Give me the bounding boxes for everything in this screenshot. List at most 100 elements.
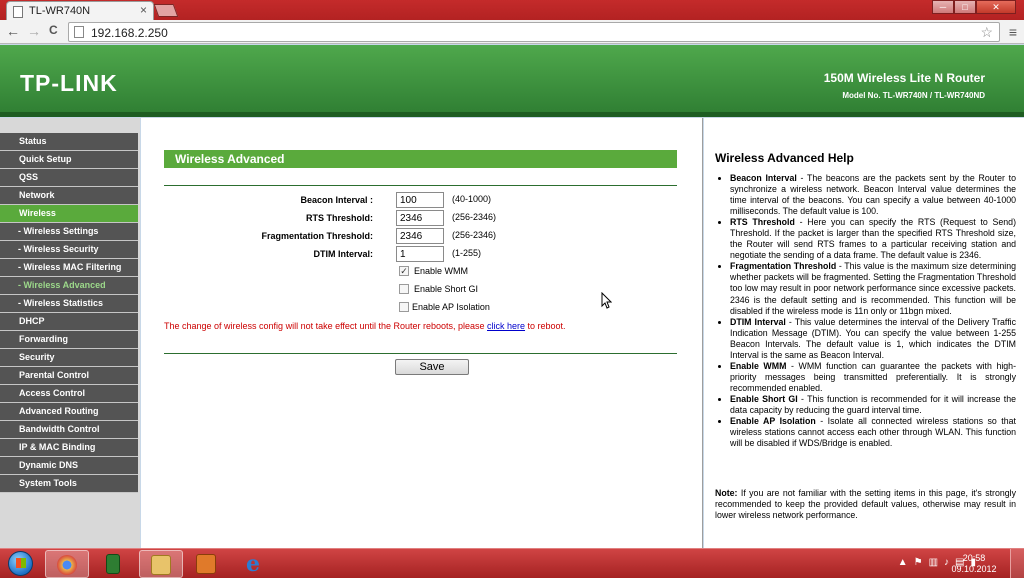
help-item-rts: RTS Threshold - Here you can specify the…: [730, 217, 1016, 261]
help-term: Enable AP Isolation: [730, 416, 816, 427]
sidebar-item-parental-control[interactable]: Parental Control: [0, 367, 138, 385]
help-item-beacon: Beacon Interval - The beacons are the pa…: [730, 173, 1016, 217]
clock-time: 20:58: [962, 553, 986, 563]
tab-title: TL-WR740N: [29, 5, 91, 17]
sidebar-item-security[interactable]: Security: [0, 349, 138, 367]
sidebar-item-wireless-mac-filtering[interactable]: - Wireless MAC Filtering: [0, 259, 138, 277]
page-icon: [74, 26, 84, 38]
enable-wmm-label: Enable WMM: [414, 266, 469, 276]
divider-bottom: [164, 353, 677, 354]
windows-logo-icon: [8, 551, 33, 576]
help-note-term: Note:: [715, 488, 738, 498]
sidebar-item-forwarding[interactable]: Forwarding: [0, 331, 138, 349]
forward-icon[interactable]: →: [27, 23, 41, 39]
taskbar-media-player[interactable]: [185, 550, 229, 578]
beacon-interval-label: Beacon Interval :: [300, 195, 373, 205]
sidebar-item-bandwidth-control[interactable]: Bandwidth Control: [0, 421, 138, 439]
enable-short-gi-checkbox[interactable]: [399, 284, 409, 294]
start-button[interactable]: [2, 549, 40, 578]
sidebar-item-dynamic-dns[interactable]: Dynamic DNS: [0, 457, 138, 475]
help-list: Beacon Interval - The beacons are the pa…: [730, 173, 1016, 449]
beacon-interval-range: (40-1000): [452, 194, 492, 204]
help-note-text: If you are not familiar with the setting…: [715, 488, 1016, 521]
help-item-ap-isolation: Enable AP Isolation - Isolate all connec…: [730, 416, 1016, 449]
tplink-logo: TP-LINK: [20, 70, 118, 96]
sidebar-item-advanced-routing[interactable]: Advanced Routing: [0, 403, 138, 421]
help-item-dtim: DTIM Interval - This value determines th…: [730, 317, 1016, 361]
internet-explorer-icon: e: [246, 551, 260, 577]
rts-threshold-input[interactable]: 2346: [396, 210, 444, 226]
back-icon[interactable]: ←: [6, 23, 20, 39]
beacon-interval-input[interactable]: 100: [396, 192, 444, 208]
divider-top: [164, 185, 677, 186]
browser-menu-icon[interactable]: ≡: [1009, 24, 1017, 40]
product-name: 150M Wireless Lite N Router: [823, 71, 985, 85]
tray-flag-icon[interactable]: ⚑: [914, 557, 923, 568]
reload-icon[interactable]: C: [49, 23, 58, 37]
taskbar-chrome[interactable]: [45, 550, 89, 578]
sidebar-item-system-tools[interactable]: System Tools: [0, 475, 138, 493]
close-window-button[interactable]: ✕: [976, 0, 1016, 14]
window-controls: ─ □ ✕: [932, 0, 1016, 14]
sidebar-item-network[interactable]: Network: [0, 187, 138, 205]
help-item-short-gi: Enable Short GI - This function is recom…: [730, 394, 1016, 416]
browser-tab[interactable]: TL-WR740N ×: [6, 1, 154, 20]
model-number: Model No. TL-WR740N / TL-WR740ND: [842, 91, 985, 100]
help-title: Wireless Advanced Help: [715, 151, 854, 165]
sidebar-item-dhcp[interactable]: DHCP: [0, 313, 138, 331]
main-panel: Wireless Advanced Beacon Interval : 100 …: [141, 118, 703, 548]
save-button[interactable]: Save: [395, 359, 469, 375]
sidebar-item-wireless-advanced[interactable]: - Wireless Advanced: [0, 277, 138, 295]
fragmentation-threshold-range: (256-2346): [452, 230, 497, 240]
sidebar-item-wireless-security[interactable]: - Wireless Security: [0, 241, 138, 259]
sidebar-item-wireless-statistics[interactable]: - Wireless Statistics: [0, 295, 138, 313]
tray-expand-icon[interactable]: ▲: [898, 557, 908, 568]
new-tab-button[interactable]: [153, 4, 179, 17]
enable-wmm-checkbox[interactable]: ✓: [399, 266, 409, 276]
clock[interactable]: 20:58 09.10.2012: [946, 553, 1002, 575]
maximize-button[interactable]: □: [954, 0, 976, 14]
rts-threshold-range: (256-2346): [452, 212, 497, 222]
help-term: Enable WMM: [730, 360, 787, 371]
tab-close-icon[interactable]: ×: [140, 3, 147, 17]
reboot-notice-suffix: to reboot.: [525, 321, 566, 331]
page-title: Wireless Advanced: [164, 150, 677, 168]
show-desktop-button[interactable]: [1010, 549, 1024, 578]
bookmark-star-icon[interactable]: ☆: [980, 24, 993, 41]
reboot-notice-text: The change of wireless config will not t…: [164, 321, 488, 331]
calculator-icon: [106, 554, 120, 574]
fragmentation-threshold-input[interactable]: 2346: [396, 228, 444, 244]
enable-ap-isolation-checkbox[interactable]: [399, 302, 409, 312]
dtim-interval-input[interactable]: 1: [396, 246, 444, 262]
help-term: RTS Threshold: [730, 217, 795, 228]
taskbar-calculator[interactable]: [92, 550, 136, 578]
tray-network-icon[interactable]: ▥: [929, 557, 938, 568]
browser-toolbar: ← → C 192.168.2.250 ☆ ≡: [0, 20, 1024, 44]
media-player-icon: [196, 554, 216, 574]
help-note: Note: If you are not familiar with the s…: [715, 488, 1016, 521]
reboot-notice: The change of wireless config will not t…: [164, 321, 566, 331]
taskbar-internet-explorer[interactable]: e: [232, 550, 276, 578]
url-text: 192.168.2.250: [91, 26, 168, 40]
dtim-interval-label: DTIM Interval:: [313, 249, 373, 259]
mouse-cursor-icon: [601, 291, 613, 312]
sidebar-item-access-control[interactable]: Access Control: [0, 385, 138, 403]
sidebar-item-ip-mac-binding[interactable]: IP & MAC Binding: [0, 439, 138, 457]
clock-date: 09.10.2012: [951, 564, 997, 574]
enable-ap-isolation-label: Enable AP Isolation: [412, 302, 490, 312]
fragmentation-threshold-label: Fragmentation Threshold:: [261, 231, 373, 241]
sidebar-item-status[interactable]: Status: [0, 133, 138, 151]
router-header: TP-LINK 150M Wireless Lite N Router Mode…: [0, 45, 1024, 117]
reboot-link[interactable]: click here: [487, 321, 525, 331]
taskbar-explorer[interactable]: [139, 550, 183, 578]
sidebar-item-wireless[interactable]: Wireless: [0, 205, 138, 223]
help-term: DTIM Interval: [730, 316, 786, 327]
sidebar-item-qss[interactable]: QSS: [0, 169, 138, 187]
dtim-interval-range: (1-255): [452, 248, 482, 258]
sidebar-item-quick-setup[interactable]: Quick Setup: [0, 151, 138, 169]
sidebar-item-wireless-settings[interactable]: - Wireless Settings: [0, 223, 138, 241]
minimize-button[interactable]: ─: [932, 0, 954, 14]
address-bar[interactable]: 192.168.2.250 ☆: [68, 22, 1000, 42]
chrome-icon: [57, 555, 77, 575]
enable-short-gi-label: Enable Short GI: [414, 284, 479, 294]
